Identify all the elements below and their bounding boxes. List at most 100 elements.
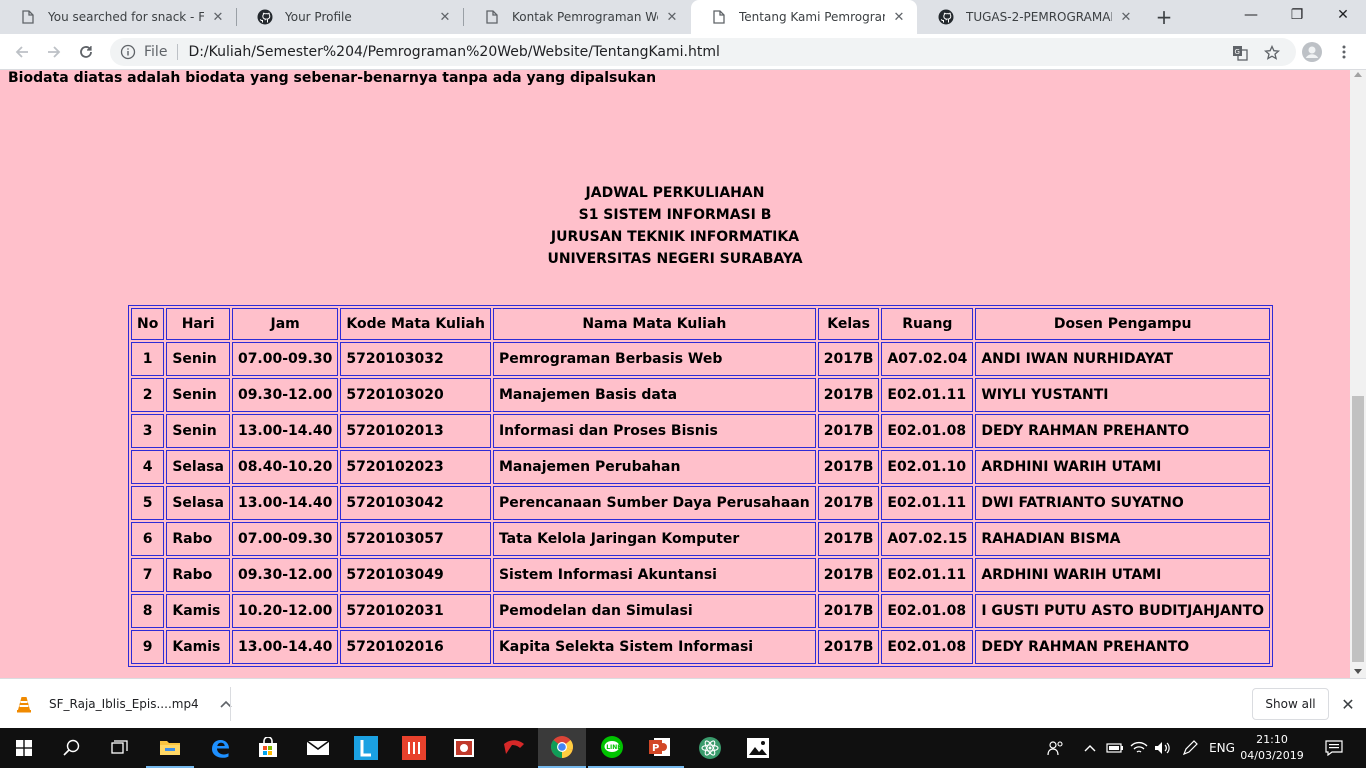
taskbar-atom[interactable]	[686, 728, 734, 768]
table-cell: E02.01.11	[881, 558, 974, 592]
table-row: 6 Rabo 07.00-09.30 5720103057 Tata Kelola Ja…	[131, 522, 1271, 556]
close-tab-icon[interactable]: ✕	[664, 9, 680, 25]
taskbar-mail[interactable]	[294, 728, 342, 768]
close-tab-icon[interactable]: ✕	[210, 9, 226, 25]
task-view-button[interactable]	[96, 728, 144, 768]
start-icon	[16, 740, 32, 756]
table-cell: E02.01.08	[881, 630, 974, 664]
chrome-menu-button[interactable]	[1330, 38, 1358, 66]
table-cell: Senin	[166, 378, 230, 412]
translate-icon[interactable]: G	[1231, 44, 1249, 62]
language-indicator[interactable]: ENG	[1206, 728, 1238, 768]
browser-toolbar: File D:/Kuliah/Semester%204/Pemrograman%…	[0, 34, 1366, 70]
table-row: 4 Selasa 08.40-10.20 5720102023 Manajemen Pe…	[131, 450, 1271, 484]
people-icon[interactable]	[1044, 728, 1068, 768]
table-cell: Kamis	[166, 594, 230, 628]
table-cell: 2017B	[817, 558, 880, 592]
taskbar-photos[interactable]	[734, 728, 782, 768]
close-tab-icon[interactable]: ✕	[1118, 9, 1134, 25]
address-bar[interactable]: File D:/Kuliah/Semester%204/Pemrograman%…	[110, 38, 1296, 66]
back-button[interactable]	[8, 38, 36, 66]
table-cell: 13.00-14.40	[231, 630, 339, 664]
tab-kontak[interactable]: Kontak Pemrograman Web ✕	[464, 0, 690, 34]
taskbar-file-explorer[interactable]	[146, 728, 194, 768]
taskbar-chrome[interactable]	[538, 728, 586, 768]
photos-icon	[747, 738, 769, 758]
table-cell: 5	[131, 486, 165, 520]
system-clock[interactable]: 21:10 04/03/2019	[1236, 732, 1308, 764]
tab-strip: You searched for snack - Free F ✕ Your P…	[0, 0, 1366, 34]
profile-avatar[interactable]	[1298, 38, 1326, 66]
volume-icon[interactable]	[1152, 728, 1174, 768]
close-tab-icon[interactable]: ✕	[437, 9, 453, 25]
taskbar-edge[interactable]	[196, 728, 244, 768]
table-row: 7 Rabo 09.30-12.00 5720103049 Sistem Informa…	[131, 558, 1271, 592]
tab-tentang-kami[interactable]: Tentang Kami Pemrograman W ✕	[691, 0, 917, 34]
forward-button[interactable]	[40, 38, 68, 66]
table-cell: 5720102013	[340, 414, 491, 448]
taskbar-game-app[interactable]	[490, 728, 538, 768]
taskbar-l-app[interactable]	[342, 728, 390, 768]
reload-button[interactable]	[72, 38, 100, 66]
table-cell: 13.00-14.40	[231, 486, 339, 520]
table-cell: E02.01.08	[881, 414, 974, 448]
schedule-table-body: 1 Senin 07.00-09.30 5720103032 Pemrograman B…	[131, 342, 1271, 664]
page-icon	[20, 9, 36, 25]
page-icon	[484, 9, 500, 25]
taskbar-media-app[interactable]	[440, 728, 488, 768]
bookmark-star-icon[interactable]	[1263, 44, 1281, 62]
clock-date: 04/03/2019	[1240, 749, 1304, 762]
table-cell: ARDHINI WARIH UTAMI	[975, 558, 1271, 592]
scroll-down-arrow-icon[interactable]	[1354, 669, 1362, 674]
clock-time: 21:10	[1256, 733, 1288, 746]
search-icon	[63, 739, 80, 756]
taskbar-line[interactable]: LINE	[588, 728, 636, 768]
minimize-button[interactable]: —	[1228, 0, 1274, 30]
table-cell: 2017B	[817, 342, 880, 376]
column-header: No	[131, 308, 165, 340]
close-download-bar-button[interactable]: ✕	[1338, 694, 1358, 714]
taskbar-store[interactable]	[244, 728, 292, 768]
maximize-button[interactable]: ❐	[1274, 0, 1320, 30]
wifi-icon[interactable]	[1128, 728, 1150, 768]
tab-tugas-github[interactable]: TUGAS-2-PEMROGRAMAN-W ✕	[918, 0, 1144, 34]
new-tab-button[interactable]: +	[1153, 5, 1175, 29]
taskbar-powerpoint[interactable]: P	[636, 728, 684, 768]
table-cell: 2017B	[817, 414, 880, 448]
store-icon	[259, 737, 277, 757]
table-cell: 9	[131, 630, 165, 664]
taskbar-ms-app[interactable]	[390, 728, 438, 768]
reload-icon	[80, 46, 92, 58]
show-all-button[interactable]: Show all	[1252, 688, 1329, 720]
download-item[interactable]: SF_Raja_Iblis_Epis....mp4	[14, 689, 233, 719]
table-row: 2 Senin 09.30-12.00 5720103020 Manajemen Bas…	[131, 378, 1271, 412]
tab-snack-search[interactable]: You searched for snack - Free F ✕	[0, 0, 236, 34]
scroll-thumb[interactable]	[1352, 396, 1364, 662]
action-center-icon[interactable]	[1320, 728, 1348, 768]
scroll-up-arrow-icon[interactable]	[1354, 72, 1362, 77]
close-tab-icon[interactable]: ✕	[891, 9, 907, 25]
page-scrollbar[interactable]	[1350, 70, 1366, 678]
column-header: Nama Mata Kuliah	[492, 308, 816, 340]
table-cell: Kamis	[166, 630, 230, 664]
table-cell: 2	[131, 378, 165, 412]
table-cell: Pemrograman Berbasis Web	[492, 342, 816, 376]
table-cell: E02.01.11	[881, 486, 974, 520]
battery-icon[interactable]	[1104, 728, 1126, 768]
table-cell: 5720103020	[340, 378, 491, 412]
scheme-label: File	[144, 44, 168, 60]
chevron-up-icon[interactable]	[1080, 728, 1100, 768]
tab-your-profile[interactable]: Your Profile ✕	[237, 0, 463, 34]
close-window-button[interactable]: ✕	[1320, 0, 1366, 30]
url-text[interactable]: D:/Kuliah/Semester%204/Pemrograman%20Web…	[188, 44, 719, 60]
taskbar-search-button[interactable]	[48, 728, 96, 768]
table-cell: Manajemen Perubahan	[492, 450, 816, 484]
table-cell: DWI FATRIANTO SUYATNO	[975, 486, 1271, 520]
table-cell: 10.20-12.00	[231, 594, 339, 628]
info-icon[interactable]	[120, 44, 136, 60]
column-header: Kelas	[817, 308, 880, 340]
table-cell: Informasi dan Proses Bisnis	[492, 414, 816, 448]
start-button[interactable]	[0, 728, 48, 768]
tab-title: TUGAS-2-PEMROGRAMAN-W	[966, 10, 1112, 24]
pen-workspace-icon[interactable]	[1178, 728, 1202, 768]
